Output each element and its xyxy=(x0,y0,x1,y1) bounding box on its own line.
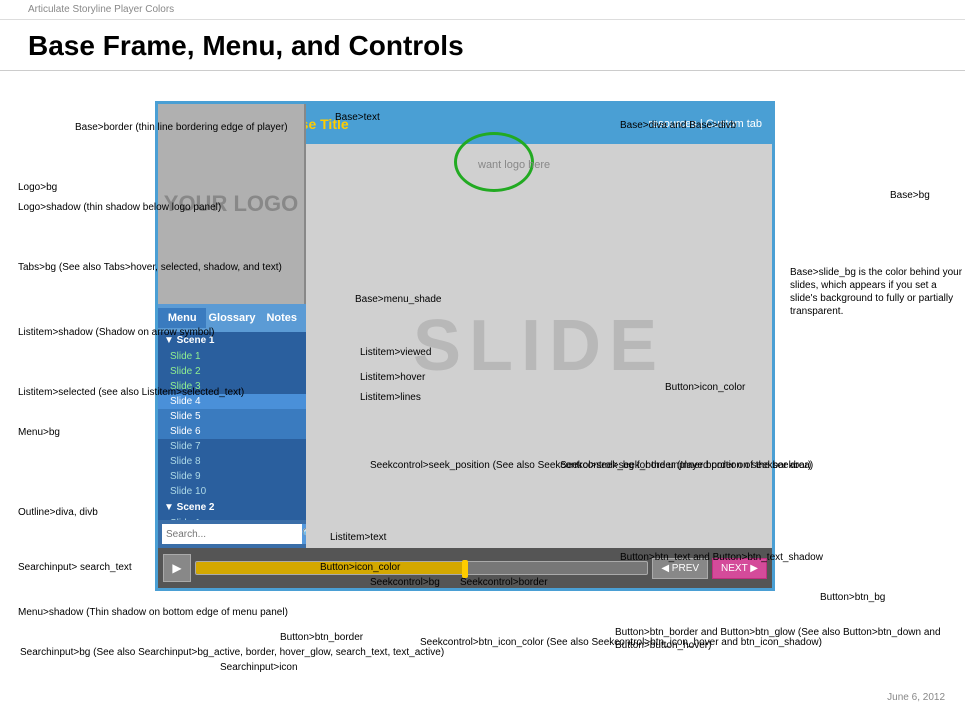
breadcrumb: Articulate Storyline Player Colors xyxy=(0,0,965,20)
ann-button-btn-text: Button>btn_text and Button>btn_text_shad… xyxy=(620,551,823,564)
list-item[interactable]: Slide 2 xyxy=(158,364,306,379)
ann-listitem-lines: Listitem>lines xyxy=(360,391,421,404)
list-item[interactable]: Slide 1 xyxy=(158,349,306,364)
ann-button-btn-bg: Button>btn_bg xyxy=(820,591,885,604)
ann-searchinput-icon: Searchinput>icon xyxy=(220,661,298,674)
app-container: Articulate Storyline Player Colors Base … xyxy=(0,0,965,711)
ann-outline-diva-divb: Outline>diva, divb xyxy=(18,506,98,519)
ann-listitem-viewed: Listitem>viewed xyxy=(360,346,431,359)
ann-listitem-text: Listitem>text xyxy=(330,531,386,544)
ann-menu-bg: Menu>bg xyxy=(18,426,60,439)
play-button[interactable]: ▶ xyxy=(163,554,191,582)
list-item[interactable]: Slide 9 xyxy=(158,469,306,484)
ann-base-border: Base>border (thin line bordering edge of… xyxy=(75,121,288,134)
tab-menu[interactable]: Menu xyxy=(158,308,206,328)
ann-seekcontrol-border: Seekcontrol>border xyxy=(460,576,548,589)
list-item[interactable]: Slide 6 xyxy=(158,424,306,439)
ann-base-slide-bg: Base>slide_bg is the color behind your s… xyxy=(790,266,965,318)
ann-listitem-hover: Listitem>hover xyxy=(360,371,425,384)
page-title: Base Frame, Menu, and Controls xyxy=(0,20,965,71)
want-logo-label: want logo here xyxy=(478,159,550,171)
list-item[interactable]: Slide 5 xyxy=(158,409,306,424)
slide-label: SLIDE xyxy=(413,305,665,387)
ann-seekcontrol-seek-border: Seekcontrol>seek_border (Inner border on… xyxy=(560,459,813,472)
ann-menu-shadow: Menu>shadow (Thin shadow on bottom edge … xyxy=(18,606,288,619)
menu-panel: ▼ Scene 1 Slide 1 Slide 2 Slide 3 Slide … xyxy=(158,332,306,548)
date-label: June 6, 2012 xyxy=(887,692,945,703)
tab-notes[interactable]: Notes xyxy=(258,308,306,328)
scene-2-header: ▼ Scene 2 xyxy=(158,499,306,516)
list-item[interactable]: Slide 7 xyxy=(158,439,306,454)
tab-glossary[interactable]: Glossary xyxy=(206,308,257,328)
player-mockup: Course Title resources | Custom tab YOUR… xyxy=(155,101,775,591)
ann-base-bg: Base>bg xyxy=(890,189,930,202)
ann-button-btn-border-glow: Button>btn_border and Button>btn_glow (S… xyxy=(615,626,965,652)
list-item[interactable]: Slide 10 xyxy=(158,484,306,499)
content-area: Course Title resources | Custom tab YOUR… xyxy=(0,71,965,711)
ann-base-menu-shade: Base>menu_shade xyxy=(355,293,441,306)
ann-button-btn-border: Button>btn_border xyxy=(280,631,363,644)
ann-button-icon-color-1: Button>icon_color xyxy=(665,381,745,394)
search-input[interactable] xyxy=(162,524,302,544)
ann-searchinput-bg: Searchinput>bg (See also Searchinput>bg_… xyxy=(20,646,444,659)
ann-logo-bg: Logo>bg xyxy=(18,181,57,194)
ann-tabs-bg: Tabs>bg (See also Tabs>hover, selected, … xyxy=(18,261,282,274)
list-item[interactable]: Slide 8 xyxy=(158,454,306,469)
ann-seekcontrol-bg: Seekcontrol>bg xyxy=(370,576,440,589)
ann-base-diva-divb: Base>diva and Base>divb xyxy=(620,119,736,132)
search-bar: 🔍 xyxy=(158,520,306,548)
ann-button-icon-color-2: Button>icon_color xyxy=(320,561,400,574)
seekbar-track[interactable] xyxy=(195,561,648,575)
ann-base-text: Base>text xyxy=(335,111,380,124)
ann-searchinput: Searchinput> search_text xyxy=(18,561,132,574)
ann-listitem-selected: Listitem>selected (see also Listitem>sel… xyxy=(18,386,244,399)
ann-logo-shadow: Logo>shadow (thin shadow below logo pane… xyxy=(18,201,221,214)
ann-listitem-shadow: Listitem>shadow (Shadow on arrow symbol) xyxy=(18,326,214,339)
